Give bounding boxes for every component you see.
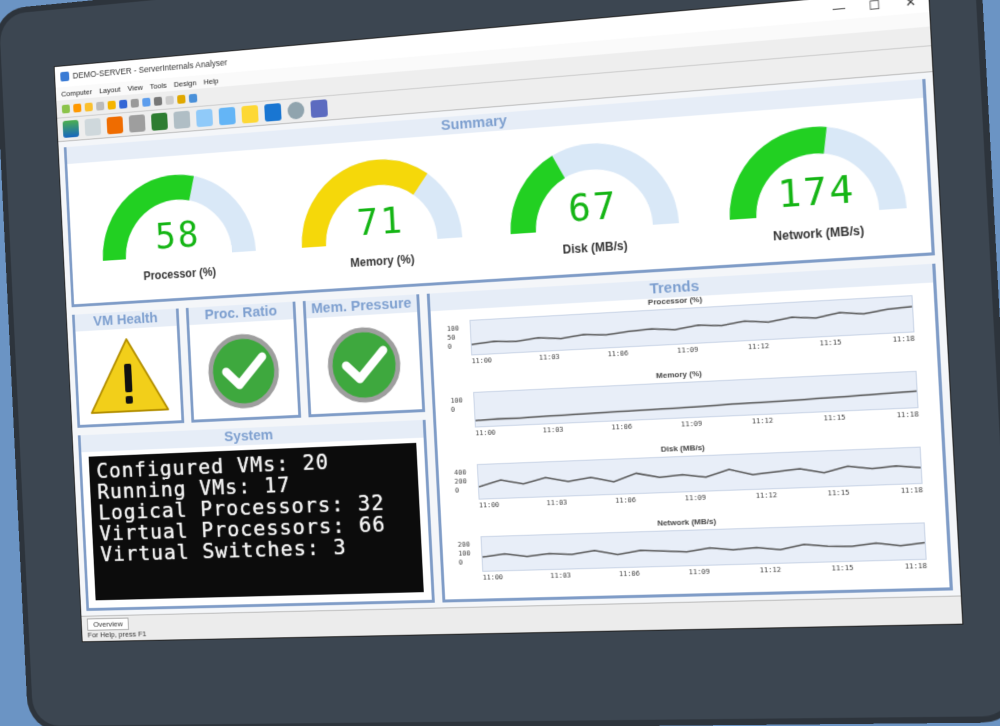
trend-x-tick: 11:09	[680, 419, 703, 429]
menu-help[interactable]: Help	[203, 76, 218, 86]
trend-x-tick: 11:00	[471, 356, 493, 366]
trend-x-tick: 11:03	[546, 498, 568, 508]
gauge: 67 Disk (MB/s)	[491, 121, 696, 275]
link-icon[interactable]	[241, 104, 259, 124]
trend-x-tick: 11:00	[475, 428, 496, 438]
hierarchy-icon[interactable]	[218, 106, 236, 126]
vm-health-panel: VM Health	[71, 308, 185, 428]
trend-x-tick: 11:03	[542, 425, 564, 435]
dashboard-canvas: Summary 58 Processor (%) 71 Memory (%) 6…	[58, 72, 961, 617]
network-icon[interactable]	[195, 108, 214, 128]
minimize-icon[interactable]: —	[821, 0, 857, 17]
forward-icon[interactable]	[73, 102, 82, 113]
gear-icon[interactable]	[287, 101, 305, 120]
gauge: 174 Network (MB/s)	[709, 103, 925, 261]
print-icon[interactable]	[153, 96, 163, 106]
trend-x-tick: 11:12	[747, 342, 770, 352]
trend-x-tick: 11:15	[827, 488, 850, 498]
menu-tools[interactable]: Tools	[150, 80, 167, 90]
trend-chart: Network (MB/s) 200 100 0 11:00 11:03 11:06 11…	[441, 509, 949, 594]
table-icon[interactable]	[310, 99, 328, 119]
trend-x-tick: 11:18	[900, 486, 924, 496]
trend-y-tick: 0	[458, 558, 463, 567]
trends-panel: Trends Processor (%) 100 50 0 11:00 11:03 11…	[426, 263, 953, 603]
trend-x-tick: 11:03	[538, 352, 560, 362]
trend-x-tick: 11:06	[607, 349, 629, 359]
trend-x-tick: 11:18	[896, 410, 920, 420]
edit-icon[interactable]	[177, 94, 186, 104]
gauge: 71 Memory (%)	[283, 138, 479, 288]
trend-x-tick: 11:00	[478, 500, 500, 510]
trend-x-tick: 11:09	[688, 567, 711, 577]
gauge-icon[interactable]	[84, 117, 102, 137]
close-icon[interactable]: ✕	[892, 0, 929, 11]
trend-x-tick: 11:00	[482, 573, 504, 582]
trend-x-tick: 11:15	[823, 413, 846, 423]
check-icon	[307, 315, 423, 414]
check-icon	[189, 322, 298, 420]
drive-icon[interactable]	[173, 110, 191, 130]
mem-pressure-panel: Mem. Pressure	[302, 294, 426, 418]
system-panel: System Configured VMs: 20 Running VMs: 1…	[77, 419, 435, 611]
folder-open-icon[interactable]	[84, 102, 93, 112]
trend-x-tick: 11:06	[614, 496, 637, 505]
folder-icon[interactable]	[107, 100, 116, 110]
trend-x-tick: 11:09	[684, 493, 707, 503]
trend-y-tick: 200	[457, 540, 471, 549]
trend-x-tick: 11:12	[759, 565, 782, 575]
trend-x-tick: 11:18	[892, 334, 916, 344]
disk-icon[interactable]	[128, 114, 146, 133]
memory-icon[interactable]	[150, 112, 168, 131]
trend-x-tick: 11:06	[611, 422, 633, 432]
trend-y-tick: 100	[446, 324, 460, 334]
trend-y-tick: 100	[450, 396, 463, 405]
trend-y-tick: 0	[454, 486, 460, 495]
grid-icon[interactable]	[165, 95, 174, 105]
trend-x-tick: 11:12	[755, 491, 778, 501]
trend-y-tick: 200	[454, 477, 467, 486]
menu-design[interactable]: Design	[174, 78, 197, 89]
back-icon[interactable]	[61, 103, 71, 114]
save-icon[interactable]	[118, 99, 128, 109]
maximize-icon[interactable]: ☐	[856, 0, 893, 14]
cut-icon[interactable]	[130, 98, 139, 108]
app-icon	[60, 71, 70, 82]
menu-view[interactable]: View	[127, 83, 143, 93]
new-icon[interactable]	[95, 101, 105, 111]
book-icon[interactable]	[264, 103, 282, 122]
proc-ratio-panel: Proc. Ratio	[185, 301, 302, 423]
proc-ratio-title: Proc. Ratio	[188, 301, 294, 326]
overview-icon[interactable]	[62, 119, 80, 138]
vm-health-title: VM Health	[74, 308, 177, 332]
trend-y-tick: 50	[447, 333, 456, 342]
trend-y-tick: 0	[447, 342, 452, 351]
trend-x-tick: 11:09	[676, 345, 699, 355]
menu-layout[interactable]: Layout	[99, 84, 121, 94]
monitor-bezel: DEMO-SERVER - ServerInternals Analyser —…	[0, 0, 1000, 726]
window-icon[interactable]	[142, 97, 151, 107]
trend-x-tick: 11:06	[618, 569, 641, 579]
trend-x-tick: 11:18	[904, 561, 928, 571]
help-icon[interactable]	[188, 93, 198, 103]
fire-icon[interactable]	[106, 116, 124, 135]
tab-overview[interactable]: Overview	[86, 617, 130, 631]
warning-icon	[76, 329, 182, 425]
system-display: Configured VMs: 20 Running VMs: 17 Logic…	[88, 442, 424, 601]
menu-computer[interactable]: Computer	[61, 87, 92, 98]
trend-y-tick: 0	[450, 405, 456, 414]
mem-pressure-title: Mem. Pressure	[305, 294, 418, 319]
trend-x-tick: 11:12	[751, 416, 774, 426]
trend-x-tick: 11:15	[819, 338, 842, 348]
trend-y-tick: 100	[458, 549, 471, 558]
gauge: 58 Processor (%)	[85, 154, 271, 300]
trend-y-tick: 400	[453, 468, 467, 477]
trend-x-tick: 11:03	[550, 571, 572, 580]
app-window: DEMO-SERVER - ServerInternals Analyser —…	[53, 0, 964, 643]
trend-x-tick: 11:15	[831, 563, 854, 573]
status-help-text: For Help, press F1	[87, 629, 147, 640]
